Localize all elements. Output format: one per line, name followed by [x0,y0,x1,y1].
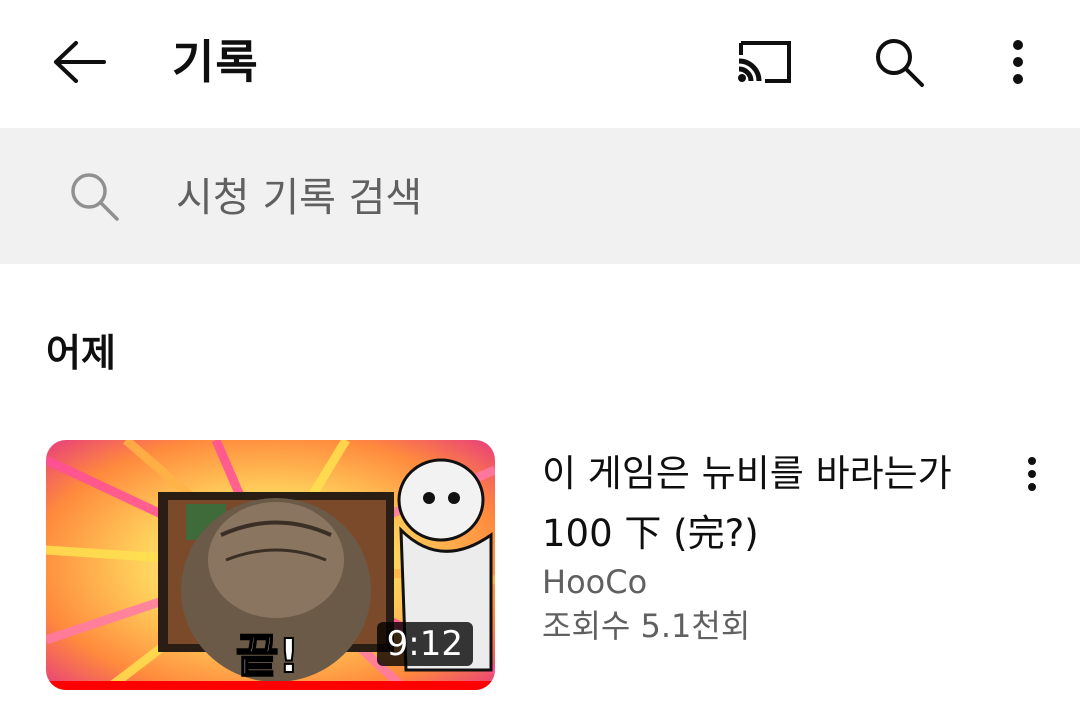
video-more-button[interactable] [1012,444,1052,504]
search-field-icon [62,164,126,228]
history-video-item[interactable]: 끝! 9:12 이 게임은 뉴비를 바라는가 100 下 (完?) HooCo … [0,420,1080,710]
history-search-bar [0,128,1080,264]
video-title[interactable]: 이 게임은 뉴비를 바라는가 100 下 (完?) [542,444,982,564]
thumbnail-caption: 끝! [235,628,300,684]
view-count: 조회수 5.1천회 [542,607,751,645]
page-title: 기록 [172,35,259,89]
video-duration: 9:12 [376,622,473,666]
search-icon [876,39,924,87]
channel-name: HooCo [542,563,648,601]
more-vertical-icon [1028,457,1036,491]
more-options-button[interactable] [996,30,1040,94]
section-header-yesterday: 어제 [46,331,116,375]
back-button[interactable] [40,30,120,94]
search-icon [71,173,119,221]
video-thumbnail[interactable]: 끝! 9:12 [46,440,495,690]
search-button[interactable] [864,30,934,94]
watch-progress-fill [46,681,495,690]
arrow-left-icon [54,41,106,83]
app-header: 기록 [0,0,1080,128]
more-vertical-icon [1013,40,1023,84]
watch-progress-bar [46,681,495,690]
cast-button[interactable] [726,30,798,94]
history-search-input[interactable] [176,168,1036,228]
cast-icon [738,41,791,83]
